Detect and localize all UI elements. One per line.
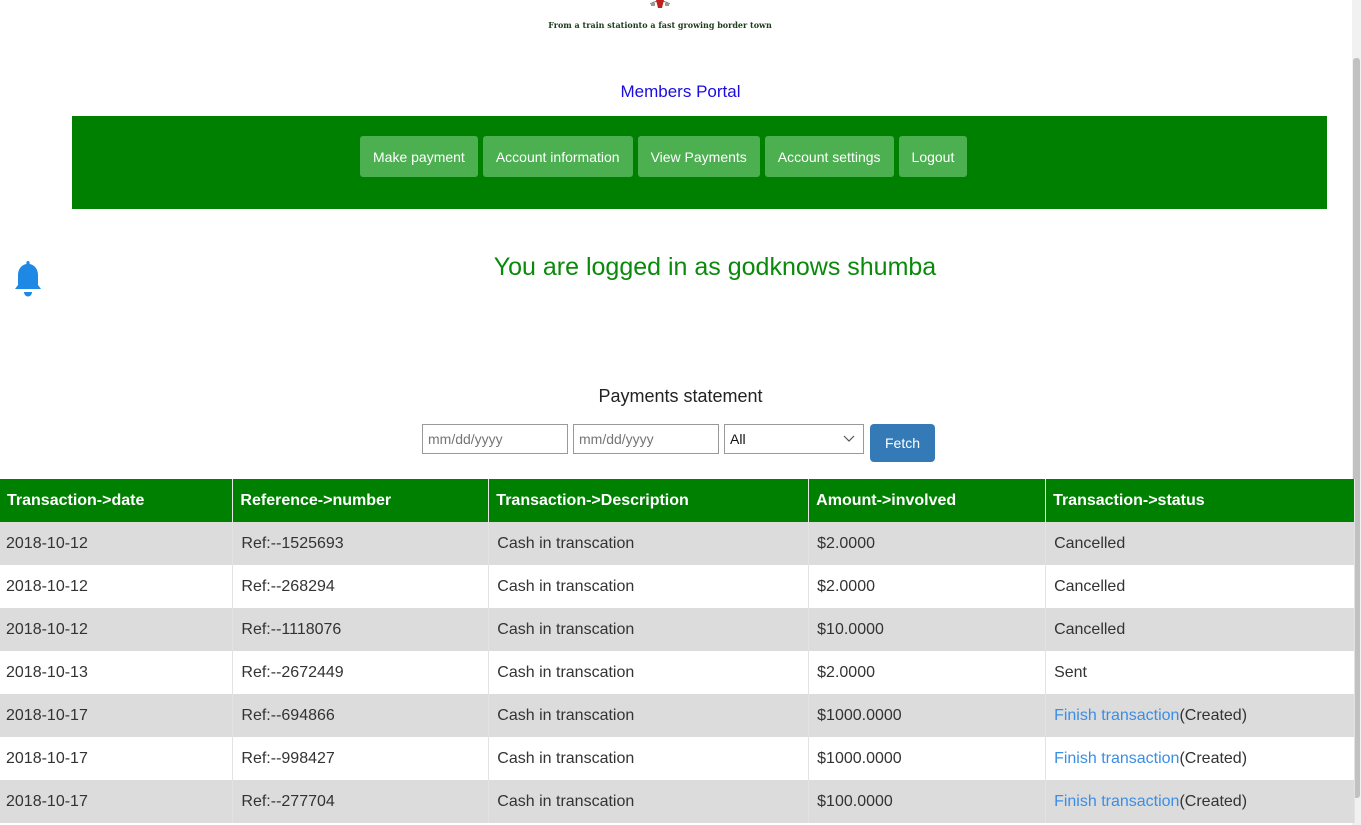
cell-status: Finish transaction(Created) — [1045, 694, 1355, 737]
logged-in-message: You are logged in as godknows shumba — [493, 253, 937, 281]
view-payments-button[interactable]: View Payments — [637, 136, 760, 177]
account-information-button[interactable]: Account information — [482, 136, 633, 177]
cell-reference: Ref:--998427 — [232, 737, 490, 780]
table-row: 2018-10-12 Ref:--1118076 Cash in transca… — [0, 608, 1355, 651]
cell-status: Sent — [1045, 651, 1355, 694]
cell-description: Cash in transcation — [488, 565, 810, 608]
header-reference-number: Reference->number — [232, 479, 490, 522]
status-text: (Created) — [1179, 706, 1248, 724]
site-tagline: From a train stationto a fast growing bo… — [548, 20, 772, 30]
cell-amount: $100.0000 — [808, 780, 1047, 823]
table-row: 2018-10-17 Ref:--694866 Cash in transcat… — [0, 694, 1355, 737]
cell-date: 2018-10-13 — [0, 651, 234, 694]
cell-amount: $2.0000 — [808, 522, 1047, 565]
main-navbar: Make payment Account information View Pa… — [72, 116, 1327, 209]
status-text: Cancelled — [1054, 620, 1126, 638]
finish-transaction-link[interactable]: Finish transaction — [1054, 707, 1179, 724]
cell-status: Cancelled — [1045, 522, 1355, 565]
crest-emblem — [649, 0, 671, 8]
cell-reference: Ref:--2672449 — [232, 651, 490, 694]
cell-description: Cash in transcation — [488, 737, 810, 780]
table-row: 2018-10-17 Ref:--998427 Cash in transcat… — [0, 737, 1355, 780]
to-date-input[interactable] — [573, 424, 719, 454]
account-settings-button[interactable]: Account settings — [764, 136, 894, 177]
status-select[interactable]: All — [724, 424, 864, 454]
make-payment-button[interactable]: Make payment — [360, 136, 478, 177]
fetch-button[interactable]: Fetch — [870, 424, 935, 462]
cell-status: Cancelled — [1045, 608, 1355, 651]
status-text: Cancelled — [1054, 577, 1126, 595]
statement-title: Payments statement — [598, 386, 763, 406]
cell-status: Cancelled — [1045, 565, 1355, 608]
cell-date: 2018-10-12 — [0, 522, 234, 565]
chevron-down-icon — [843, 435, 855, 442]
cell-date: 2018-10-17 — [0, 694, 234, 737]
cell-status: Finish transaction(Created) — [1045, 737, 1355, 780]
cell-amount: $1000.0000 — [808, 737, 1047, 780]
status-text: (Created) — [1179, 749, 1248, 767]
cell-amount: $1000.0000 — [808, 694, 1047, 737]
table-header-row: Transaction->date Reference->number Tran… — [0, 479, 1355, 522]
from-date-input[interactable] — [422, 424, 568, 454]
finish-transaction-link[interactable]: Finish transaction — [1054, 750, 1179, 767]
cell-reference: Ref:--268294 — [232, 565, 490, 608]
statement-filters: All Fetch — [422, 424, 935, 462]
status-text: (Created) — [1179, 792, 1248, 810]
cell-amount: $2.0000 — [808, 565, 1047, 608]
cell-amount: $2.0000 — [808, 651, 1047, 694]
cell-date: 2018-10-12 — [0, 608, 234, 651]
status-select-value: All — [730, 431, 746, 447]
site-logo: From a train stationto a fast growing bo… — [530, 0, 790, 34]
header-transaction-date: Transaction->date — [0, 479, 234, 522]
table-row: 2018-10-12 Ref:--268294 Cash in transcat… — [0, 565, 1355, 608]
header-amount-involved: Amount->involved — [808, 479, 1047, 522]
cell-amount: $10.0000 — [808, 608, 1047, 651]
table-row: 2018-10-12 Ref:--1525693 Cash in transca… — [0, 522, 1355, 565]
cell-reference: Ref:--694866 — [232, 694, 490, 737]
payments-table: Transaction->date Reference->number Tran… — [0, 479, 1355, 823]
cell-reference: Ref:--1118076 — [232, 608, 490, 651]
cell-status: Finish transaction(Created) — [1045, 780, 1355, 823]
header-transaction-description: Transaction->Description — [488, 479, 810, 522]
cell-description: Cash in transcation — [488, 780, 810, 823]
cell-date: 2018-10-17 — [0, 737, 234, 780]
nav-button-group: Make payment Account information View Pa… — [360, 136, 968, 177]
cell-description: Cash in transcation — [488, 522, 810, 565]
status-text: Sent — [1054, 663, 1087, 681]
cell-date: 2018-10-12 — [0, 565, 234, 608]
cell-date: 2018-10-17 — [0, 780, 234, 823]
logout-button[interactable]: Logout — [898, 136, 968, 177]
cell-description: Cash in transcation — [488, 651, 810, 694]
finish-transaction-link[interactable]: Finish transaction — [1054, 793, 1179, 810]
status-text: Cancelled — [1054, 534, 1126, 552]
table-row: 2018-10-13 Ref:--2672449 Cash in transca… — [0, 651, 1355, 694]
cell-description: Cash in transcation — [488, 608, 810, 651]
cell-reference: Ref:--1525693 — [232, 522, 490, 565]
cell-description: Cash in transcation — [488, 694, 810, 737]
portal-title: Members Portal — [620, 82, 741, 101]
cell-reference: Ref:--277704 — [232, 780, 490, 823]
header-transaction-status: Transaction->status — [1045, 479, 1355, 522]
table-row: 2018-10-17 Ref:--277704 Cash in transcat… — [0, 780, 1355, 823]
